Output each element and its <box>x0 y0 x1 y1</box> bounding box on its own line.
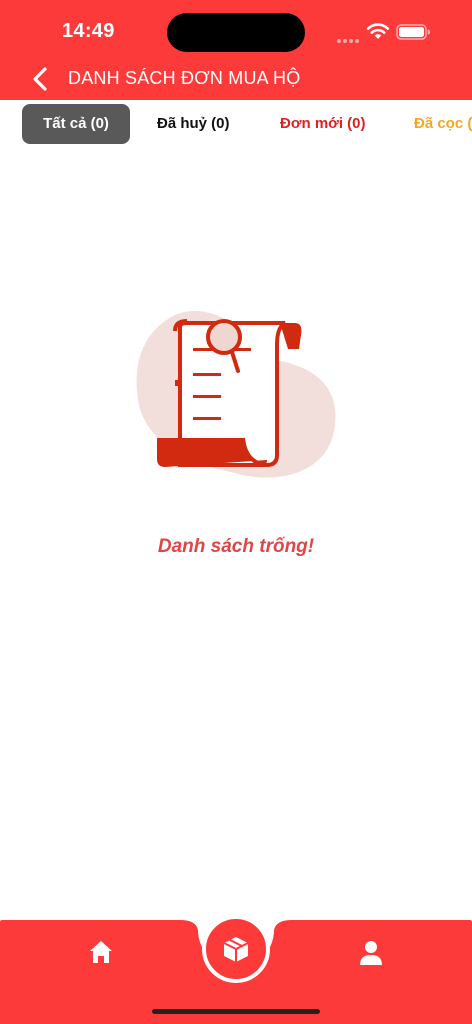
signal-icon <box>337 30 361 48</box>
box-nav-button[interactable] <box>202 915 270 983</box>
battery-icon <box>396 24 430 40</box>
box-icon <box>223 937 249 962</box>
dynamic-island <box>167 13 305 52</box>
empty-document-search-icon <box>136 311 336 478</box>
home-icon[interactable] <box>88 939 114 965</box>
tab-all[interactable]: Tất cả (0) <box>22 104 130 144</box>
app-header: 14:49 DANH SÁCH ĐƠN MUA HỘ <box>0 0 472 100</box>
home-indicator <box>152 1009 320 1014</box>
status-time: 14:49 <box>62 20 115 42</box>
wifi-icon <box>366 23 390 39</box>
back-button[interactable] <box>30 66 52 92</box>
empty-message: Danh sách trống! <box>157 536 315 557</box>
tab-new[interactable]: Đơn mới (0) <box>280 104 366 144</box>
user-icon[interactable] <box>358 939 384 967</box>
tab-cancelled[interactable]: Đã huỷ (0) <box>157 104 230 144</box>
status-tabs: Tất cả (0) Đã huỷ (0) Đơn mới (0) Đã cọc… <box>0 100 472 148</box>
tab-deposited[interactable]: Đã cọc (0) <box>414 104 472 144</box>
page-title: DANH SÁCH ĐƠN MUA HỘ <box>68 68 301 88</box>
